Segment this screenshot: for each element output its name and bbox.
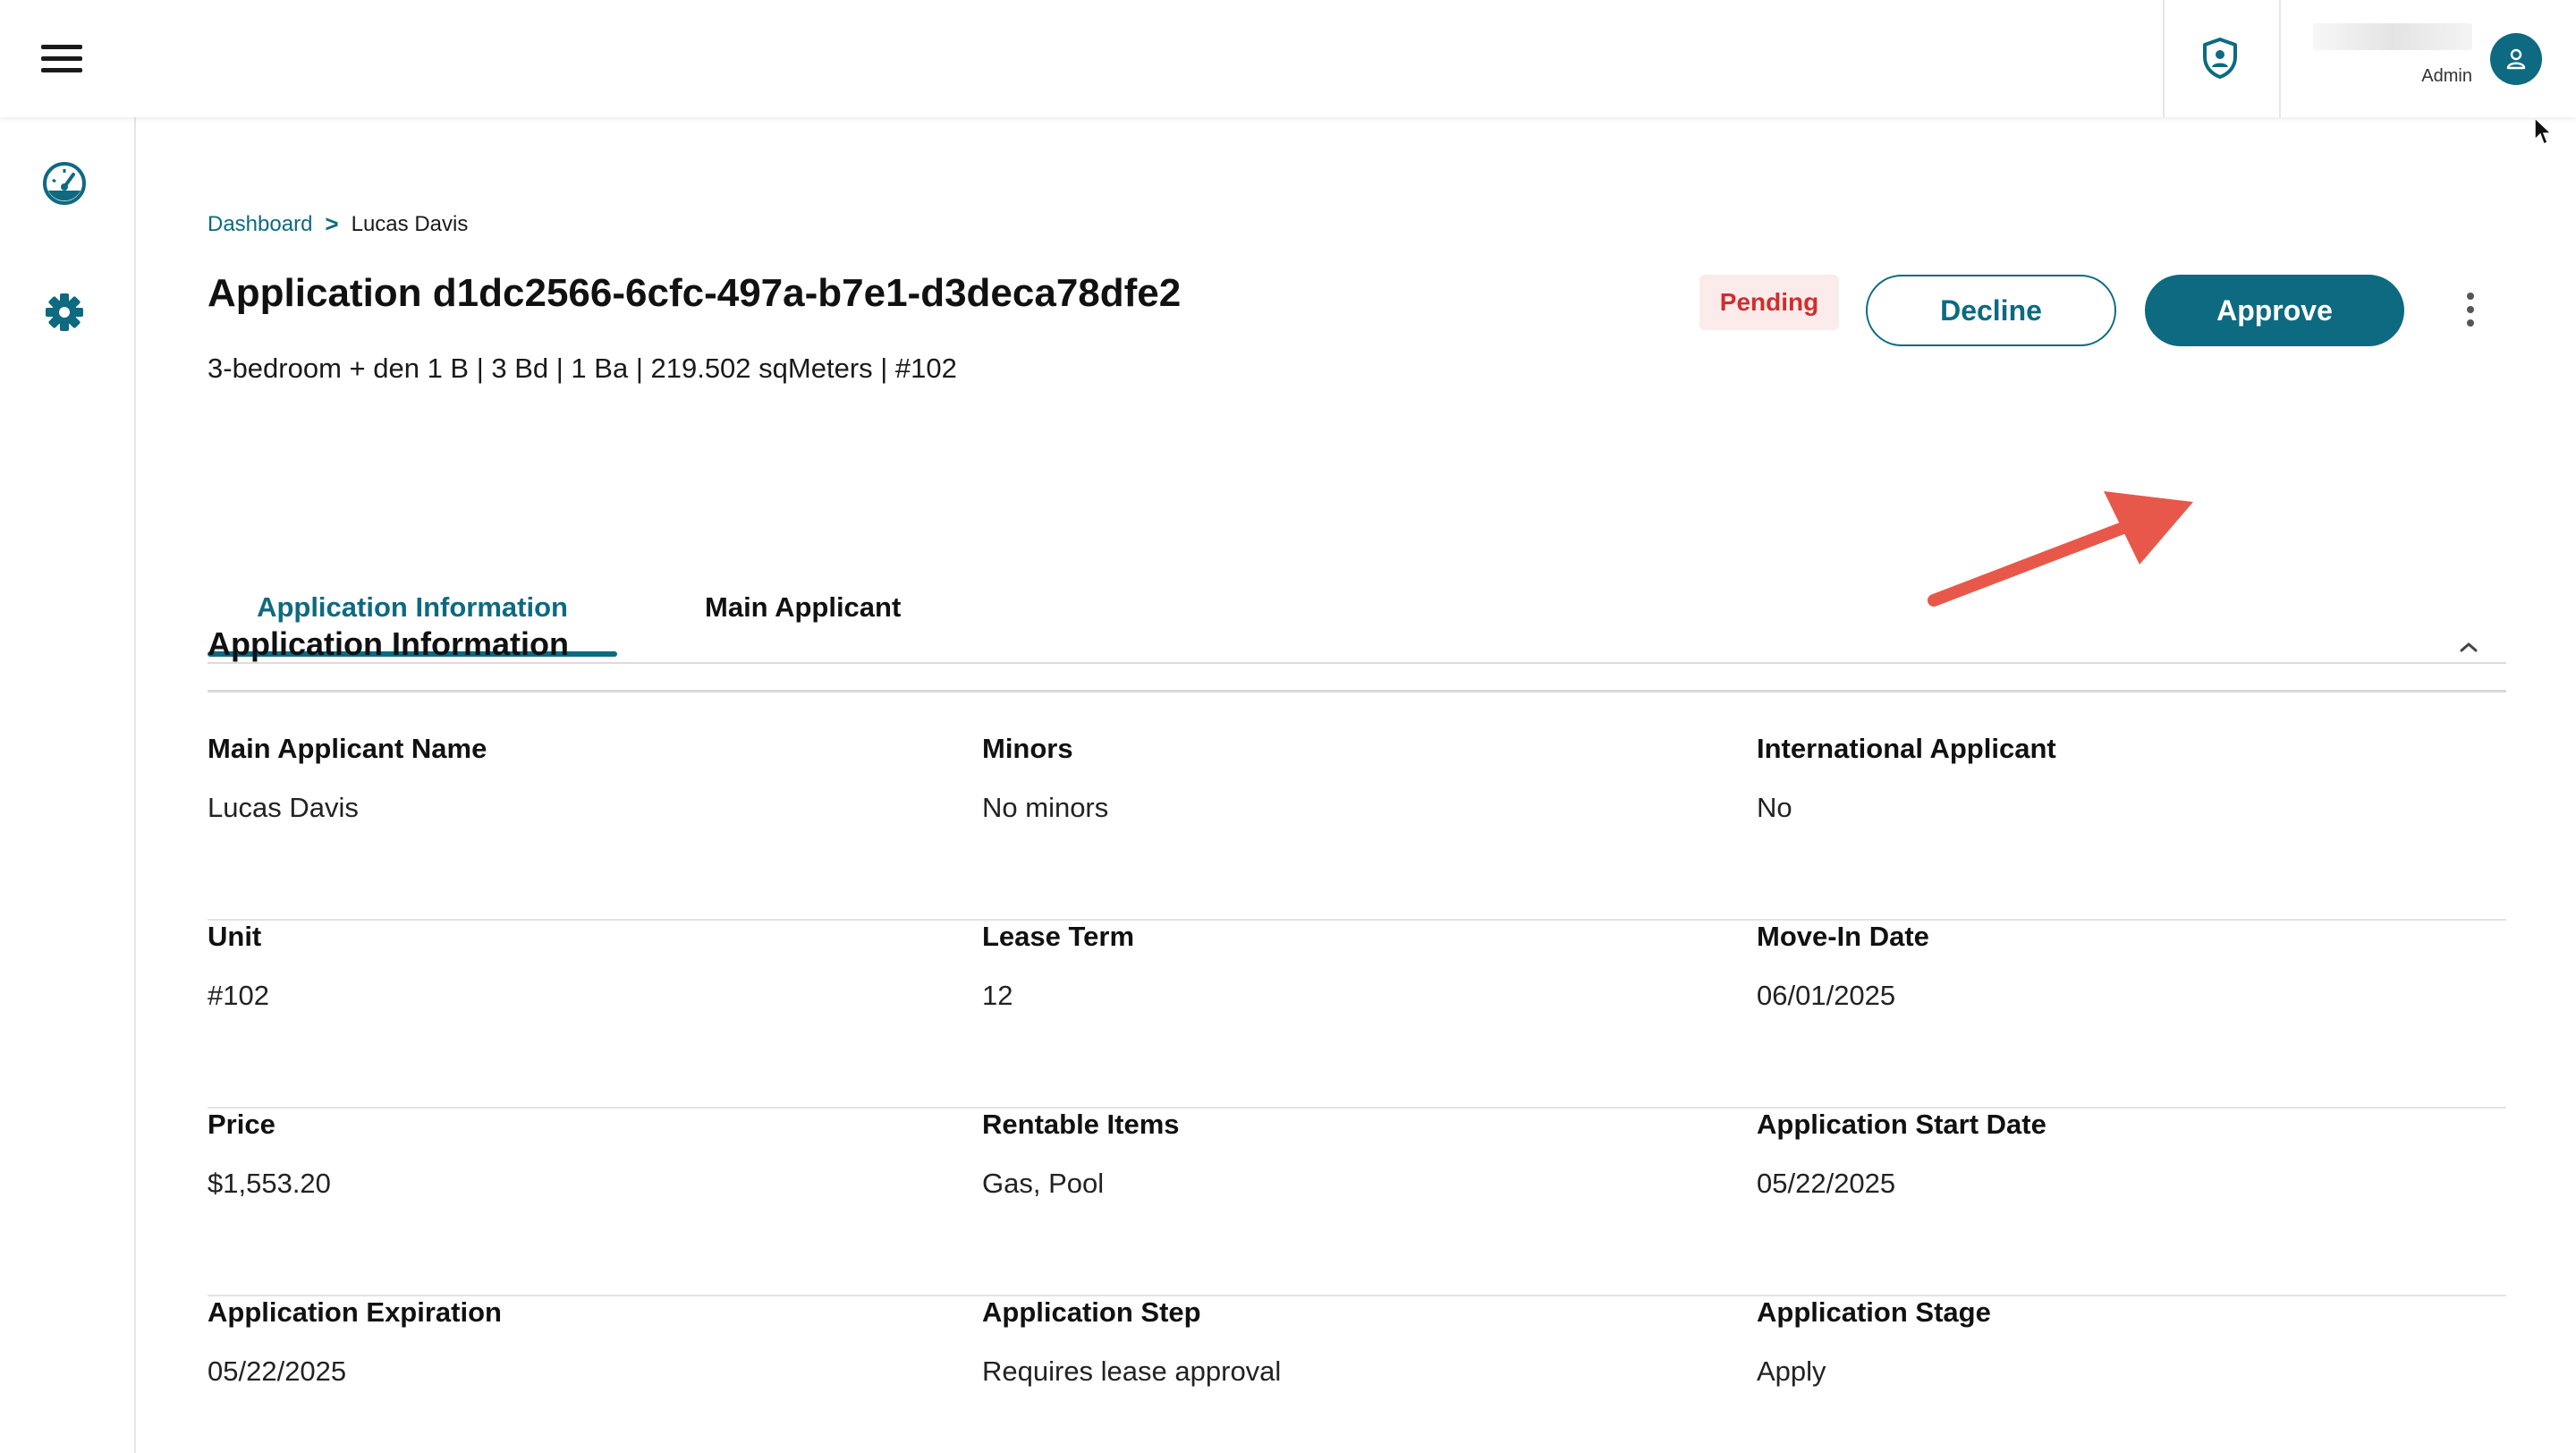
top-bar: Admin (0, 0, 2576, 117)
field-label: Move-In Date (1757, 921, 1929, 952)
field-value: $1,553.20 (208, 1168, 331, 1199)
field-international-applicant: International Applicant No (1757, 733, 2526, 824)
field-value: 12 (982, 980, 1013, 1011)
field-rentable-items: Rentable Items Gas, Pool (982, 1109, 1751, 1200)
status-badge: Pending (1699, 275, 1839, 330)
field-label: Application Step (982, 1296, 1201, 1328)
field-value: No (1757, 792, 1792, 823)
field-label: Rentable Items (982, 1109, 1180, 1140)
field-label: Minors (982, 733, 1073, 764)
field-label: Unit (208, 921, 262, 952)
page-subtitle: 3-bedroom + den 1 B | 3 Bd | 1 Ba | 219.… (208, 353, 957, 384)
chevron-up-icon[interactable] (2456, 638, 2481, 656)
field-label: Application Expiration (208, 1296, 502, 1328)
field-application-stage: Application Stage Apply (1757, 1296, 2526, 1388)
mouse-cursor-icon (2534, 116, 2553, 146)
field-label: Application Stage (1757, 1296, 1991, 1328)
avatar[interactable] (2490, 33, 2542, 85)
gauge-icon[interactable] (41, 160, 88, 207)
field-application-start-date: Application Start Date 05/22/2025 (1757, 1109, 2526, 1200)
approve-button[interactable]: Approve (2145, 275, 2404, 346)
user-info[interactable]: Admin (2311, 21, 2472, 93)
info-row: Application Expiration 05/22/2025 Applic… (208, 1296, 2506, 1453)
field-value: No minors (982, 792, 1109, 823)
field-value: Gas, Pool (982, 1168, 1105, 1199)
info-row: Price $1,553.20 Rentable Items Gas, Pool… (208, 1109, 2506, 1296)
field-label: International Applicant (1757, 733, 2056, 764)
field-value: 06/01/2025 (1757, 980, 1896, 1011)
section-title: Application Information (208, 625, 569, 662)
more-options-icon[interactable] (2462, 293, 2479, 332)
field-minors: Minors No minors (982, 733, 1751, 824)
field-label: Price (208, 1109, 275, 1140)
info-row: Main Applicant Name Lucas Davis Minors N… (208, 733, 2506, 921)
gear-icon[interactable] (41, 289, 88, 336)
top-bar-divider (2279, 0, 2281, 117)
hamburger-menu-icon[interactable] (41, 45, 82, 73)
field-price: Price $1,553.20 (208, 1109, 977, 1200)
page-title: Application d1dc2566-6cfc-497a-b7e1-d3de… (208, 271, 1182, 315)
section-divider (208, 690, 2506, 693)
field-application-step: Application Step Requires lease approval (982, 1296, 1751, 1388)
sidebar (0, 117, 136, 1453)
field-value: Requires lease approval (982, 1355, 1282, 1387)
field-value: Apply (1757, 1355, 1826, 1387)
breadcrumb-current: Lucas Davis (351, 211, 469, 236)
tab-main-applicant[interactable]: Main Applicant (705, 591, 901, 645)
field-value: #102 (208, 980, 269, 1011)
field-main-applicant-name: Main Applicant Name Lucas Davis (208, 733, 977, 824)
top-bar-divider (2163, 0, 2165, 117)
decline-button[interactable]: Decline (1866, 275, 2116, 346)
field-application-expiration: Application Expiration 05/22/2025 (208, 1296, 977, 1388)
field-label: Lease Term (982, 921, 1135, 952)
breadcrumb: Dashboard > Lucas Davis (208, 210, 468, 238)
field-value: Lucas Davis (208, 792, 359, 823)
breadcrumb-dashboard-link[interactable]: Dashboard (208, 212, 312, 237)
user-role: Admin (2421, 66, 2472, 86)
breadcrumb-separator: > (325, 210, 339, 237)
info-row: Unit #102 Lease Term 12 Move-In Date 06/… (208, 921, 2506, 1109)
field-value: 05/22/2025 (208, 1355, 347, 1387)
field-label: Main Applicant Name (208, 733, 487, 764)
shield-user-icon[interactable] (2202, 38, 2238, 79)
field-value: 05/22/2025 (1757, 1168, 1896, 1199)
user-icon (2506, 48, 2526, 70)
field-label: Application Start Date (1757, 1109, 2046, 1140)
user-name-redacted (2313, 23, 2472, 50)
field-lease-term: Lease Term 12 (982, 921, 1751, 1012)
field-unit: Unit #102 (208, 921, 977, 1012)
field-move-in-date: Move-In Date 06/01/2025 (1757, 921, 2526, 1012)
